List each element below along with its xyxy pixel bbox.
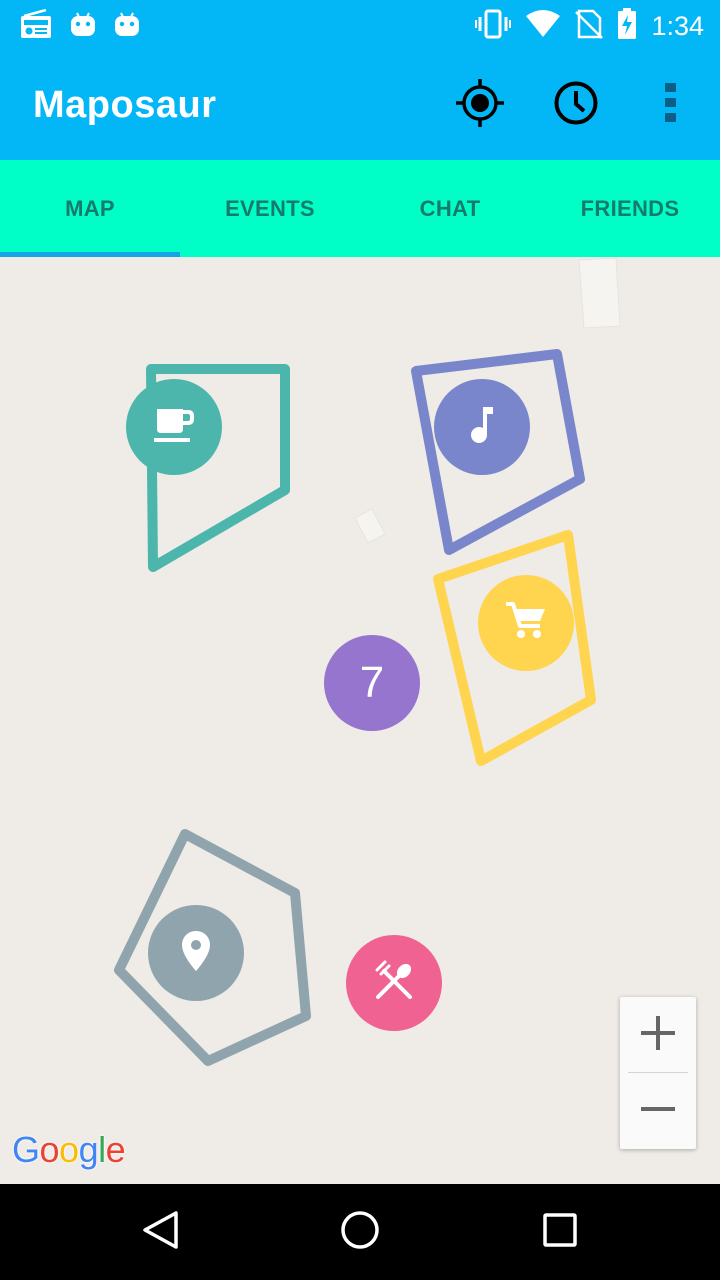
minus-icon <box>640 1091 676 1132</box>
cluster-count: 7 <box>359 658 385 707</box>
history-clock-icon <box>553 80 599 131</box>
shopping-cart-icon <box>504 600 548 647</box>
back-button[interactable] <box>136 1208 184 1256</box>
status-time: 1:34 <box>651 11 704 41</box>
status-bar: 1:34 <box>0 0 720 50</box>
status-system-icons: 1:34 <box>475 8 704 45</box>
overflow-menu-icon <box>664 82 678 129</box>
tab-friends[interactable]: FRIENDS <box>540 160 720 257</box>
status-notifications <box>20 8 140 44</box>
home-button[interactable] <box>336 1208 384 1256</box>
radio-icon <box>20 8 52 44</box>
zoom-divider <box>628 1072 688 1073</box>
zoom-in-button[interactable] <box>620 997 696 1073</box>
tab-events[interactable]: EVENTS <box>180 160 360 257</box>
android-icon <box>114 9 140 44</box>
vibrate-icon <box>475 9 512 44</box>
zoom-out-button[interactable] <box>620 1073 696 1149</box>
zoom-controls <box>620 997 696 1149</box>
google-logo-letter: l <box>98 1129 106 1170</box>
system-nav-bar <box>0 1184 720 1280</box>
tab-bar: MAP EVENTS CHAT FRIENDS <box>0 160 720 257</box>
map-view[interactable]: 7 Google <box>0 257 720 1184</box>
music-marker[interactable] <box>434 379 530 475</box>
map-building-shape <box>578 257 621 329</box>
app-title: Maposaur <box>33 84 217 126</box>
location-pin-icon <box>180 929 212 978</box>
google-logo-letter: o <box>39 1129 60 1170</box>
battery-charging-icon <box>617 8 637 45</box>
tab-chat[interactable]: CHAT <box>360 160 540 257</box>
app-bar: Maposaur <box>0 50 720 160</box>
google-logo-letter: g <box>78 1129 99 1170</box>
my-location-button[interactable] <box>453 78 507 132</box>
google-logo: Google <box>12 1129 126 1171</box>
restaurant-marker[interactable] <box>346 935 442 1031</box>
wifi-icon <box>525 9 561 44</box>
cluster-marker[interactable]: 7 <box>324 635 420 731</box>
back-triangle-icon <box>140 1210 180 1255</box>
home-circle-icon <box>339 1209 381 1256</box>
music-note-icon <box>467 405 497 450</box>
history-button[interactable] <box>549 78 603 132</box>
overflow-menu-button[interactable] <box>644 78 698 132</box>
tab-map[interactable]: MAP <box>0 160 180 257</box>
recents-square-icon <box>541 1211 579 1254</box>
fork-spoon-icon <box>372 959 416 1008</box>
map-building-shape <box>354 508 386 544</box>
android-icon <box>70 9 96 44</box>
place-marker[interactable] <box>148 905 244 1001</box>
recents-button[interactable] <box>536 1208 584 1256</box>
coffee-cup-icon <box>152 405 196 450</box>
plus-icon <box>640 1015 676 1056</box>
cafe-marker[interactable] <box>126 379 222 475</box>
google-logo-letter: G <box>12 1129 40 1170</box>
google-logo-letter: o <box>59 1129 79 1170</box>
no-sim-icon <box>575 9 604 44</box>
google-logo-letter: e <box>105 1129 126 1170</box>
my-location-icon <box>455 78 505 133</box>
shopping-marker[interactable] <box>478 575 574 671</box>
